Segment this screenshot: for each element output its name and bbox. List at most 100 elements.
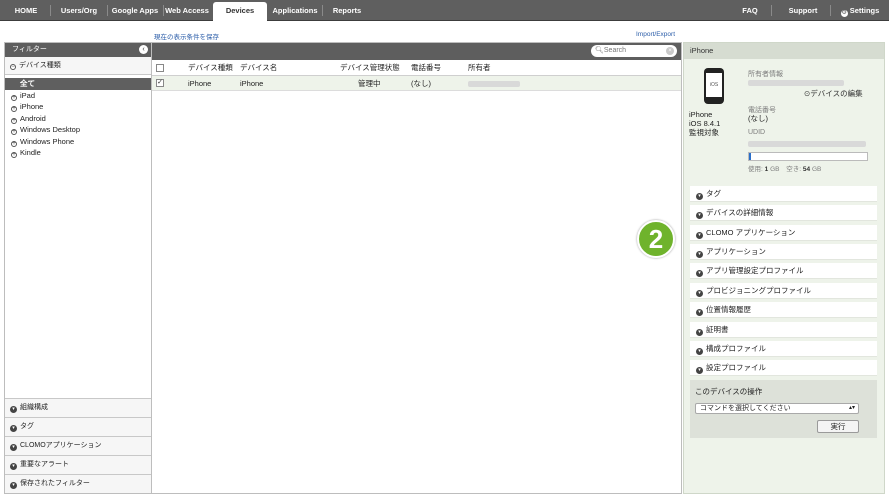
category-windows-phone[interactable]: + Windows Phone xyxy=(5,136,151,148)
settings-link[interactable]: ⚙ Settings xyxy=(835,0,885,21)
accordion-config-profiles[interactable]: ▾ 構成プロファイル xyxy=(690,341,877,357)
category-label: Android xyxy=(20,113,46,123)
tab-reports[interactable]: Reports xyxy=(326,0,368,21)
clear-icon[interactable]: × xyxy=(666,47,674,55)
settings-label: Settings xyxy=(849,6,880,15)
expand-icon: ▾ xyxy=(696,251,703,258)
section-alerts[interactable]: ▾ 重要なアラート xyxy=(5,455,151,474)
tab-devices[interactable]: Devices xyxy=(213,2,267,22)
expand-icon: ▾ xyxy=(10,482,17,489)
expand-icon: ▾ xyxy=(696,367,703,374)
section-label: 重要なアラート xyxy=(20,461,69,468)
device-type-list: 全て + iPad + iPhone + Android + Windows Deskt… xyxy=(5,78,151,159)
accordion-applications[interactable]: ▾ アプリケーション xyxy=(690,244,877,260)
plus-circle-icon: + xyxy=(11,140,17,147)
device-type-section[interactable]: − デバイス種類 xyxy=(5,57,151,75)
col-owner[interactable]: 所有者 xyxy=(468,60,491,76)
accordion-provisioning[interactable]: ▾ プロビジョニングプロファイル xyxy=(690,283,877,299)
cell-phone: (なし) xyxy=(411,79,431,88)
nav-divider xyxy=(50,5,51,16)
filter-header: フィルター ‹ xyxy=(5,43,151,57)
supervised-label: 監視対象 xyxy=(689,128,719,137)
storage-summary: 使用: 1 GB 空き: 54 GB xyxy=(748,163,821,173)
edit-device-link[interactable]: ⊙デバイスの編集 xyxy=(804,89,863,98)
category-iphone[interactable]: + iPhone xyxy=(5,101,151,113)
nav-divider xyxy=(322,5,323,16)
accordion-label: デバイスの詳細情報 xyxy=(706,208,774,217)
cell-device-name: iPhone xyxy=(240,79,264,88)
expand-icon: ▾ xyxy=(696,193,703,200)
storage-free-value: 54 xyxy=(802,166,811,173)
plus-circle-icon: + xyxy=(11,117,17,124)
accordion-label: 構成プロファイル xyxy=(706,344,766,353)
col-phone[interactable]: 電話番号 xyxy=(411,60,441,76)
tab-users-org[interactable]: Users/Org xyxy=(53,0,105,21)
accordion-clomo-apps[interactable]: ▾ CLOMO アプリケーション xyxy=(690,225,877,241)
edit-device-label: デバイスの編集 xyxy=(810,89,863,98)
iphone-icon: iOS xyxy=(704,68,724,104)
accordion-app-config[interactable]: ▾ アプリ管理設定プロファイル xyxy=(690,263,877,279)
col-management-status[interactable]: デバイス管理状態 xyxy=(340,60,400,76)
filter-sections: ▾ 組織構成 ▾ タグ ▾ CLOMOアプリケーション ▾ 重要なアラート ▾ 保存された… xyxy=(5,398,151,493)
filter-panel: フィルター ‹ − デバイス種類 全て + iPad + iPhone + Androi… xyxy=(4,42,152,494)
phone-value: (なし) xyxy=(748,114,768,123)
accordion-certificates[interactable]: ▾ 証明書 xyxy=(690,322,877,338)
plus-circle-icon: + xyxy=(11,129,17,135)
save-filter-link[interactable]: 現在の表示条件を保存 xyxy=(154,31,219,41)
expand-icon: ▾ xyxy=(10,463,17,470)
import-export-link[interactable]: Import/Export xyxy=(636,31,675,38)
category-windows-desktop[interactable]: + Windows Desktop xyxy=(5,124,151,136)
faq-link[interactable]: FAQ xyxy=(735,0,765,21)
col-device-type[interactable]: デバイス種類 xyxy=(188,60,233,76)
storage-used-label: 使用: xyxy=(748,166,763,173)
category-all[interactable]: 全て xyxy=(5,78,151,90)
accordion-label: CLOMO アプリケーション xyxy=(706,228,796,237)
category-android[interactable]: + Android xyxy=(5,113,151,125)
expand-icon: ▾ xyxy=(696,309,703,316)
command-select-value: コマンドを選択してください xyxy=(700,405,791,412)
search-icon: 🔍︎ xyxy=(595,47,604,54)
search-input[interactable]: 🔍︎Search × xyxy=(591,45,677,57)
section-tags[interactable]: ▾ タグ xyxy=(5,417,151,436)
category-kindle[interactable]: + Kindle xyxy=(5,147,151,159)
col-device-name[interactable]: デバイス名 xyxy=(240,60,277,76)
minus-circle-icon: − xyxy=(10,64,16,70)
nav-divider xyxy=(107,5,108,16)
accordion-location-history[interactable]: ▾ 位置情報履歴 xyxy=(690,302,877,318)
expand-icon: ▾ xyxy=(696,290,703,297)
command-select[interactable]: コマンドを選択してください ▴▾ xyxy=(695,403,859,414)
accordion-label: アプリ管理設定プロファイル xyxy=(706,266,804,275)
collapse-left-icon[interactable]: ‹ xyxy=(139,45,148,54)
storage-unit: GB xyxy=(770,166,780,173)
accordion-settings-profiles[interactable]: ▾ 設定プロファイル xyxy=(690,360,877,376)
support-link[interactable]: Support xyxy=(780,0,826,21)
expand-icon: ▾ xyxy=(696,212,703,219)
row-checkbox[interactable]: ✓ xyxy=(156,79,164,87)
section-label: 組織構成 xyxy=(20,404,48,411)
select-arrows-icon: ▴▾ xyxy=(848,405,855,411)
expand-icon: ▾ xyxy=(696,329,703,336)
run-button[interactable]: 実行 xyxy=(817,420,859,433)
section-clomo-apps[interactable]: ▾ CLOMOアプリケーション xyxy=(5,436,151,455)
select-all-checkbox[interactable] xyxy=(156,64,164,72)
section-label: CLOMOアプリケーション xyxy=(20,442,102,449)
accordion-tags[interactable]: ▾ タグ xyxy=(690,186,877,202)
tab-google-apps[interactable]: Google Apps xyxy=(109,0,161,21)
top-navigation: HOME Users/Org Google Apps Web Access De… xyxy=(0,0,889,22)
category-ipad[interactable]: + iPad xyxy=(5,90,151,102)
table-row[interactable]: ✓ iPhone iPhone 管理中 (なし) xyxy=(152,76,681,91)
device-type-label: デバイス種類 xyxy=(19,62,61,69)
tab-home[interactable]: HOME xyxy=(5,0,47,21)
filter-title: フィルター xyxy=(12,46,47,53)
accordion-device-details[interactable]: ▾ デバイスの詳細情報 xyxy=(690,205,877,221)
tab-applications[interactable]: Applications xyxy=(270,0,320,21)
storage-used-fill xyxy=(749,153,752,160)
section-saved-filters[interactable]: ▾ 保存されたフィルター xyxy=(5,474,151,493)
device-operations: このデバイスの操作 コマンドを選択してください ▴▾ 実行 xyxy=(690,380,877,438)
accordion-label: 設定プロファイル xyxy=(706,363,766,372)
tab-web-access[interactable]: Web Access xyxy=(165,0,209,21)
cell-status: 管理中 xyxy=(358,79,381,88)
storage-unit: GB xyxy=(811,166,822,173)
section-org[interactable]: ▾ 組織構成 xyxy=(5,398,151,417)
cell-device-type: iPhone xyxy=(188,79,212,88)
